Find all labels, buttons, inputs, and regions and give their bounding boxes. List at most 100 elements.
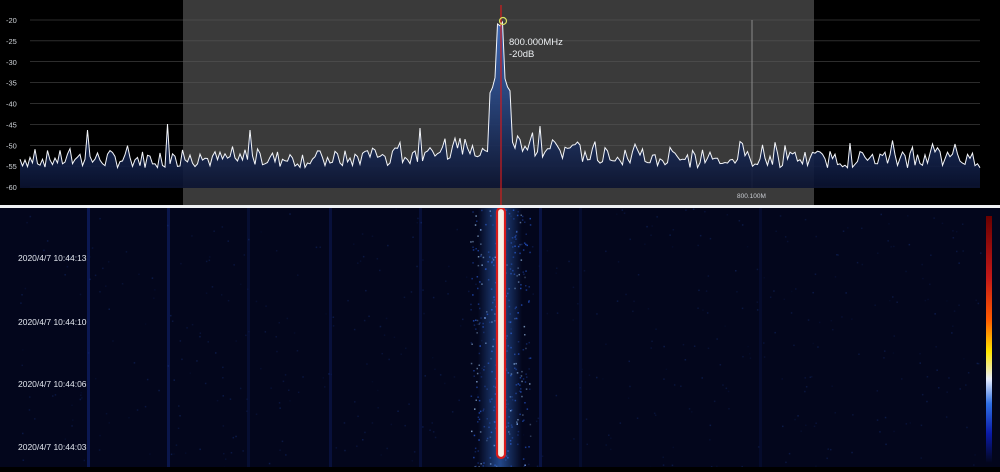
noise-stripe — [419, 208, 422, 467]
noise-speckle — [538, 265, 540, 267]
noise-speckle — [357, 416, 359, 418]
noise-speckle — [891, 246, 893, 248]
noise-speckle — [294, 332, 296, 334]
noise-speckle — [525, 373, 527, 375]
noise-speckle — [885, 444, 887, 446]
noise-speckle — [763, 342, 765, 344]
noise-speckle — [877, 390, 879, 392]
noise-speckle — [180, 263, 182, 265]
noise-speckle — [805, 425, 807, 427]
noise-speckle — [720, 364, 722, 366]
noise-speckle — [324, 386, 326, 388]
noise-speckle — [474, 435, 476, 437]
noise-speckle — [363, 256, 365, 258]
noise-speckle — [476, 332, 478, 334]
noise-speckle — [29, 409, 31, 411]
noise-speckle — [235, 436, 237, 438]
noise-speckle — [921, 457, 923, 459]
noise-speckle — [629, 386, 631, 388]
noise-speckle — [468, 291, 470, 293]
noise-speckle — [655, 415, 657, 417]
noise-speckle — [905, 271, 907, 273]
frequency-axis-label: 800.100M — [737, 193, 766, 200]
noise-speckle — [522, 216, 524, 218]
noise-speckle — [297, 350, 299, 352]
noise-speckle — [186, 327, 188, 329]
noise-speckle — [805, 377, 807, 379]
spectrum-fill — [20, 22, 980, 188]
noise-stripe — [247, 208, 250, 467]
noise-speckle — [672, 465, 674, 467]
noise-speckle — [106, 413, 108, 415]
noise-speckle — [646, 226, 648, 228]
noise-speckle — [362, 439, 364, 441]
noise-speckle — [980, 252, 982, 254]
noise-speckle — [213, 231, 215, 233]
noise-speckle — [99, 218, 101, 220]
noise-speckle — [879, 431, 881, 433]
noise-speckle — [336, 447, 338, 449]
noise-speckle — [694, 346, 696, 348]
waterfall-panel[interactable]: 2020/4/7 10:44:13 2020/4/7 10:44:10 2020… — [0, 208, 1000, 467]
noise-speckle — [176, 444, 178, 446]
noise-speckle — [80, 392, 82, 394]
noise-speckle — [372, 236, 374, 238]
noise-speckle — [845, 292, 847, 294]
noise-speckle — [617, 300, 619, 302]
noise-speckle — [770, 297, 772, 299]
noise-speckle — [525, 270, 527, 272]
noise-speckle — [826, 458, 828, 460]
noise-speckle — [472, 294, 474, 296]
noise-speckle — [625, 294, 627, 296]
spectrum-panel[interactable]: -20-25-30-35-40-45-50-55-60 800.000MHz -… — [0, 0, 1000, 205]
noise-speckle — [473, 457, 475, 459]
noise-speckle — [405, 348, 407, 350]
noise-speckle — [223, 425, 225, 427]
noise-speckle — [922, 278, 924, 280]
noise-stripe — [167, 208, 170, 467]
noise-speckle — [810, 377, 812, 379]
y-tick-label: -50 — [6, 141, 17, 150]
noise-speckle — [466, 276, 468, 278]
noise-speckle — [145, 323, 147, 325]
noise-speckle — [889, 300, 891, 302]
noise-speckle — [246, 399, 248, 401]
noise-speckle — [279, 450, 281, 452]
noise-speckle — [926, 401, 928, 403]
noise-speckle — [669, 234, 671, 236]
waterfall-plot[interactable]: 2020/4/7 10:44:13 2020/4/7 10:44:10 2020… — [0, 208, 1000, 467]
noise-speckle — [181, 359, 183, 361]
noise-speckle — [663, 457, 665, 459]
noise-speckle — [689, 408, 691, 410]
noise-speckle — [666, 369, 668, 371]
noise-speckle — [404, 425, 406, 427]
noise-speckle — [525, 285, 527, 287]
noise-speckle — [538, 418, 540, 420]
noise-speckle — [589, 374, 591, 376]
noise-speckle — [887, 240, 889, 242]
noise-speckle — [80, 399, 82, 401]
noise-speckle — [784, 299, 786, 301]
noise-speckle — [527, 408, 529, 410]
noise-speckle — [137, 409, 139, 411]
noise-speckle — [530, 424, 532, 426]
noise-speckle — [637, 418, 639, 420]
noise-speckle — [236, 340, 238, 342]
noise-speckle — [95, 275, 97, 277]
noise-speckle — [702, 309, 704, 311]
noise-speckle — [354, 329, 356, 331]
spectrum-plot[interactable]: -20-25-30-35-40-45-50-55-60 800.000MHz -… — [0, 0, 1000, 205]
noise-speckle — [976, 300, 978, 302]
noise-speckle — [422, 259, 424, 261]
noise-speckle — [178, 428, 180, 430]
noise-speckle — [173, 453, 175, 455]
noise-speckle — [206, 261, 208, 263]
noise-speckle — [857, 262, 859, 264]
noise-speckle — [170, 315, 172, 317]
noise-speckle — [433, 297, 435, 299]
noise-speckle — [34, 418, 36, 420]
noise-speckle — [470, 304, 472, 306]
noise-speckle — [152, 277, 154, 279]
noise-speckle — [960, 388, 962, 390]
noise-speckle — [708, 275, 710, 277]
